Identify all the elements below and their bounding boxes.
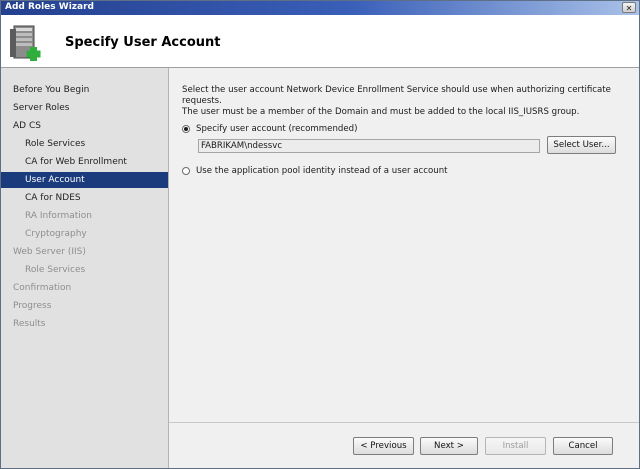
wizard-header: Specify User Account [1,15,639,68]
sidebar-item-ad-cs[interactable]: AD CS [1,118,168,134]
window-title: Add Roles Wizard [5,2,94,12]
footer-divider [169,422,639,423]
sidebar-item-cryptography: Cryptography [1,226,168,242]
radio-selected-dot [184,127,188,131]
sidebar-item-ca-for-web-enrollment[interactable]: CA for Web Enrollment [1,154,168,170]
sidebar-item-label: AD CS [13,121,41,131]
app-pool-radio[interactable] [182,167,190,175]
sidebar-item-ra-information: RA Information [1,208,168,224]
wizard-steps-nav: Before You Begin Server Roles AD CS Role Se… [1,68,169,468]
sidebar-item-web-server-iis: Web Server (IIS) [1,244,168,260]
description-text: Select the user account Network Device E… [182,85,632,118]
server-roles-add-icon [10,25,41,61]
description-line-1: Select the user account Network Device E… [182,85,611,106]
close-button[interactable]: ✕ [622,2,636,13]
specify-user-label[interactable]: Specify user account (recommended) [196,124,357,134]
sidebar-item-label: CA for Web Enrollment [25,157,127,167]
select-user-button[interactable]: Select User... [547,136,616,154]
sidebar-item-before-you-begin[interactable]: Before You Begin [1,82,168,98]
sidebar-item-user-account[interactable]: User Account [1,172,168,188]
specify-user-radio[interactable] [182,125,190,133]
sidebar-item-results: Results [1,316,168,332]
app-pool-label[interactable]: Use the application pool identity instea… [196,166,448,176]
next-button[interactable]: Next > [420,437,478,455]
sidebar-item-role-services[interactable]: Role Services [1,136,168,152]
sidebar-item-label: Web Server (IIS) [13,247,86,257]
wizard-window: Add Roles Wizard ✕ Specify User Account … [0,0,640,469]
sidebar-item-role-services: Role Services [1,262,168,278]
sidebar-item-label: Cryptography [25,229,87,239]
sidebar-item-label: Role Services [25,139,86,149]
sidebar-item-server-roles[interactable]: Server Roles [1,100,168,116]
sidebar-item-label: Server Roles [13,103,70,113]
user-account-field[interactable]: FABRIKAM\ndessvc [198,139,540,153]
sidebar-item-label: Before You Begin [13,85,90,95]
sidebar-item-label: Role Services [25,265,86,275]
sidebar-item-label: User Account [25,175,85,185]
previous-button[interactable]: < Previous [353,437,414,455]
sidebar-item-label: Results [13,319,46,329]
sidebar-item-label: CA for NDES [25,193,81,203]
description-line-2: The user must be a member of the Domain … [182,107,580,117]
close-icon: ✕ [625,4,633,13]
sidebar-item-label: RA Information [25,211,93,221]
page-title: Specify User Account [65,35,221,50]
sidebar-item-confirmation: Confirmation [1,280,168,296]
cancel-button[interactable]: Cancel [553,437,613,455]
wizard-content: Select the user account Network Device E… [169,68,639,428]
title-bar: Add Roles Wizard ✕ [1,1,639,15]
sidebar-item-progress: Progress [1,298,168,314]
install-button[interactable]: Install [485,437,546,455]
sidebar-item-ca-for-ndes[interactable]: CA for NDES [1,190,168,206]
sidebar-item-label: Progress [13,301,52,311]
sidebar-item-label: Confirmation [13,283,72,293]
